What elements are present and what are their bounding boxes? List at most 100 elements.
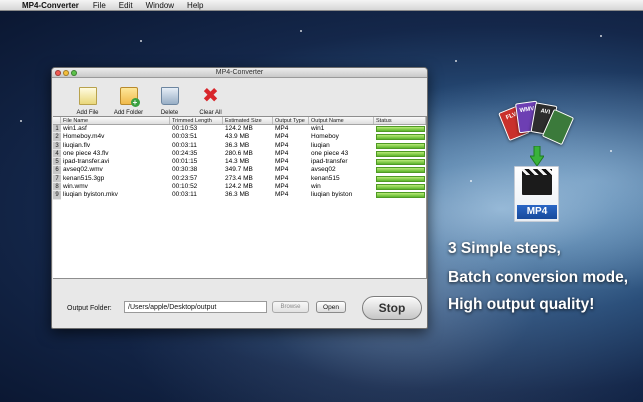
add-file-icon [78, 87, 97, 105]
row-number: 8 [53, 183, 61, 192]
table-row[interactable]: 3 liuqian.flv 00:03:11 36.3 MB MP4 liuqian [53, 141, 426, 150]
progress-bar [376, 142, 425, 149]
toolbar: Add File + Add Folder Delete ✖ Clear All [52, 78, 427, 121]
star [140, 40, 142, 42]
table-row[interactable]: 5 ipad-transfer.avi 00:01:15 14.3 MB MP4 ipad… [53, 158, 426, 167]
cell-estimated-size: 36.3 MB [225, 141, 250, 149]
menu-edit[interactable]: Edit [119, 1, 133, 10]
file-table[interactable]: File Name Trimmed Length Estimated Size … [53, 116, 427, 279]
cell-trimmed-length: 00:03:11 [172, 191, 197, 199]
promo-line-2: Batch conversion mode, [448, 269, 629, 286]
star [20, 120, 22, 122]
add-folder-icon: + [119, 87, 140, 107]
cell-trimmed-length: 00:23:57 [172, 174, 198, 182]
star [610, 150, 612, 152]
promo-line-3: High output quality! [448, 296, 595, 313]
star [470, 180, 472, 182]
browse-button[interactable]: Browse [272, 301, 309, 313]
cell-output-type: MP4 [275, 125, 289, 132]
mp4-badge: MP4 [517, 205, 557, 219]
open-button[interactable]: Open [316, 301, 346, 313]
header-num [53, 117, 61, 124]
cell-estimated-size: 124.2 MB [225, 125, 253, 132]
window-titlebar[interactable]: MP4-Converter [52, 68, 427, 78]
table-row[interactable]: 1 win1.asf 00:10:53 124.2 MB MP4 win1 [53, 125, 426, 134]
down-arrow-icon [530, 146, 544, 166]
stop-button[interactable]: Stop [362, 296, 422, 320]
progress-bar [376, 175, 425, 182]
cell-file-name: ipad-transfer.avi [63, 158, 110, 166]
cell-output-name: liuqian byiston [311, 191, 353, 199]
clear-x-icon: ✖ [202, 85, 219, 107]
cell-output-name: win [311, 183, 321, 191]
cell-output-name: ipad-transfer [311, 158, 348, 166]
row-number: 3 [53, 141, 61, 150]
cell-file-name: liuqian.flv [63, 141, 91, 149]
row-number: 7 [53, 174, 61, 184]
progress-bar [376, 167, 425, 174]
menu-bar: MP4-Converter File Edit Window Help [0, 0, 643, 11]
header-status[interactable]: Status [374, 117, 426, 124]
cell-status [374, 183, 426, 191]
table-row[interactable]: 4 one piece 43.flv 00:24:35 280.6 MB MP4 one … [53, 149, 426, 159]
promo-line-1: 3 Simple steps, [448, 240, 561, 257]
minimize-window-button[interactable] [63, 69, 69, 76]
progress-bar [376, 192, 425, 199]
menu-file[interactable]: File [93, 1, 106, 10]
cell-status [374, 175, 426, 183]
clapperboard-icon [522, 173, 552, 195]
table-row[interactable]: 8 win.wmv 00:10:52 124.2 MB MP4 win [53, 183, 426, 192]
cell-output-type: MP4 [275, 133, 289, 141]
menu-help[interactable]: Help [187, 1, 203, 10]
star [600, 35, 602, 37]
cell-file-name: Homeboy.m4v [63, 133, 105, 141]
menu-app-name[interactable]: MP4-Converter [22, 1, 79, 10]
cell-trimmed-length: 00:03:11 [172, 141, 197, 149]
zoom-window-button[interactable] [71, 69, 77, 76]
converter-window: MP4-Converter Add File + Add Folder Dele… [51, 67, 428, 329]
cell-output-name: liuqian [311, 141, 330, 149]
cell-output-name: win1 [311, 125, 325, 132]
header-estimated-size[interactable]: Estimated Size [223, 117, 273, 124]
progress-bar [376, 134, 425, 141]
cell-file-name: win.wmv [63, 183, 88, 191]
cell-output-type: MP4 [275, 183, 289, 191]
cell-estimated-size: 124.2 MB [225, 183, 253, 191]
output-folder-label: Output Folder: [67, 305, 112, 312]
cell-output-type: MP4 [275, 158, 289, 166]
cell-trimmed-length: 00:24:35 [172, 149, 198, 157]
cell-trimmed-length: 00:03:51 [172, 133, 198, 141]
trash-icon [160, 87, 179, 105]
cell-file-name: liuqian byiston.mkv [63, 191, 118, 199]
cell-status [374, 142, 426, 150]
header-output-type[interactable]: Output Type [273, 117, 309, 124]
row-number: 2 [53, 133, 61, 142]
cell-estimated-size: 43.9 MB [225, 133, 250, 141]
row-number: 5 [53, 158, 61, 167]
table-row[interactable]: 9 liuqian byiston.mkv 00:03:11 36.3 MB MP4 li… [53, 191, 426, 200]
cell-output-name: Homeboy [311, 133, 339, 141]
table-row[interactable]: 7 kenan515.3gp 00:23:57 273.4 MB MP4 kenan515 [53, 174, 426, 184]
header-trimmed-length[interactable]: Trimmed Length [170, 117, 223, 124]
progress-bar [376, 184, 425, 191]
table-row[interactable]: 2 Homeboy.m4v 00:03:51 43.9 MB MP4 Homeboy [53, 133, 426, 142]
row-number: 6 [53, 166, 61, 175]
table-body: 1 win1.asf 00:10:53 124.2 MB MP4 win1 2 Homeboy… [53, 125, 426, 200]
cell-trimmed-length: 00:10:53 [172, 125, 198, 132]
cell-estimated-size: 14.3 MB [225, 158, 250, 166]
cell-status [374, 125, 426, 133]
cell-status [374, 191, 426, 199]
cell-output-type: MP4 [275, 174, 289, 182]
cell-trimmed-length: 00:30:38 [172, 166, 198, 174]
cell-output-type: MP4 [275, 191, 289, 199]
cell-estimated-size: 349.7 MB [225, 166, 253, 174]
output-folder-field[interactable]: /Users/apple/Desktop/output [124, 301, 267, 313]
cell-file-name: one piece 43.flv [63, 149, 109, 157]
cell-output-name: avseq02 [311, 166, 336, 174]
header-output-name[interactable]: Output Name [309, 117, 374, 124]
menu-window[interactable]: Window [146, 1, 174, 10]
star [455, 60, 457, 62]
close-window-button[interactable] [55, 69, 61, 76]
header-file-name[interactable]: File Name [61, 117, 170, 124]
table-row[interactable]: 6 avseq02.wmv 00:30:38 349.7 MB MP4 avseq02 [53, 166, 426, 175]
